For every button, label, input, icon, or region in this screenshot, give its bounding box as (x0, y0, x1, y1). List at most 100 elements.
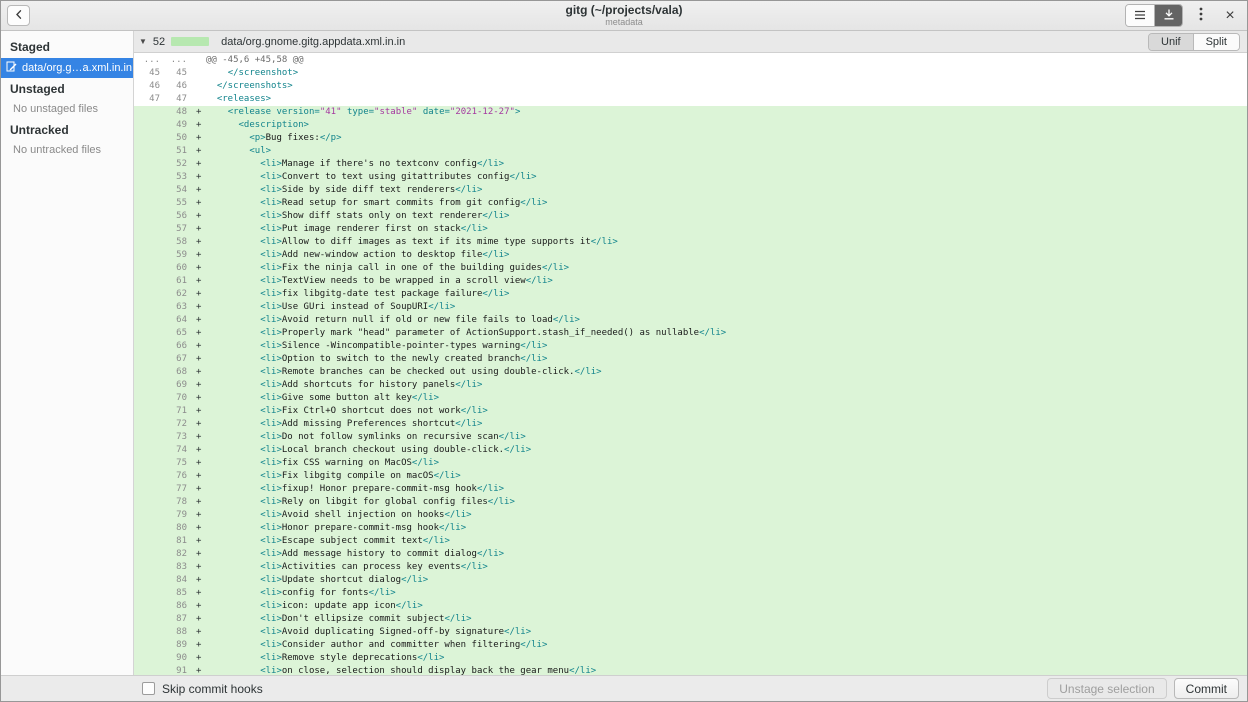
modified-file-icon (6, 61, 17, 75)
diff-line[interactable]: 87+ <li>Don't ellipsize commit subject</… (134, 613, 1247, 626)
diff-line[interactable]: 52+ <li>Manage if there's no textconv co… (134, 158, 1247, 171)
code-text: <li>Fix the ninja call in one of the bui… (206, 262, 1247, 275)
history-view-button[interactable] (1126, 5, 1154, 26)
diff-sign (192, 93, 206, 106)
code-text: <release version="41" type="stable" date… (206, 106, 1247, 119)
diff-line[interactable]: 76+ <li>Fix libgitg compile on macOS</li… (134, 470, 1247, 483)
diff-line[interactable]: 53+ <li>Convert to text using gitattribu… (134, 171, 1247, 184)
diff-line[interactable]: 91+ <li>on close, selection should displ… (134, 665, 1247, 675)
diff-line[interactable]: 4545 </screenshot> (134, 67, 1247, 80)
diff-line[interactable]: 84+ <li>Update shortcut dialog</li> (134, 574, 1247, 587)
new-line-number: 59 (166, 249, 192, 262)
diff-sign: + (192, 132, 206, 145)
code-text: <li>Honor prepare-commit-msg hook</li> (206, 522, 1247, 535)
diff-line[interactable]: 78+ <li>Rely on libgit for global config… (134, 496, 1247, 509)
diff-line[interactable]: 74+ <li>Local branch checkout using doub… (134, 444, 1247, 457)
menu-button[interactable] (1190, 5, 1212, 27)
diff-line[interactable]: 4747 <releases> (134, 93, 1247, 106)
diff-line[interactable]: 67+ <li>Option to switch to the newly cr… (134, 353, 1247, 366)
unified-view-button[interactable]: Unif (1149, 34, 1193, 50)
split-view-button[interactable]: Split (1193, 34, 1239, 50)
diff-sign: + (192, 119, 206, 132)
code-text: <li>Add missing Preferences shortcut</li… (206, 418, 1247, 431)
diff-line[interactable]: 79+ <li>Avoid shell injection on hooks</… (134, 509, 1247, 522)
checkbox-box[interactable] (142, 682, 155, 695)
new-line-number: 45 (166, 67, 192, 80)
old-line-number (134, 106, 166, 119)
diff-line[interactable]: 58+ <li>Allow to diff images as text if … (134, 236, 1247, 249)
diff-sign: + (192, 236, 206, 249)
diff-line[interactable]: 70+ <li>Give some button alt key</li> (134, 392, 1247, 405)
close-button[interactable]: × (1219, 5, 1241, 27)
back-button[interactable] (7, 5, 30, 26)
diff-line[interactable]: 50+ <p>Bug fixes:</p> (134, 132, 1247, 145)
skip-commit-hooks-checkbox[interactable]: Skip commit hooks (142, 682, 263, 696)
diff-line[interactable]: 66+ <li>Silence -Wincompatible-pointer-t… (134, 340, 1247, 353)
commit-button[interactable]: Commit (1174, 678, 1239, 699)
diff-line[interactable]: 88+ <li>Avoid duplicating Signed-off-by … (134, 626, 1247, 639)
code-text: <li>Use GUri instead of SoupURI</li> (206, 301, 1247, 314)
diff-line[interactable]: 86+ <li>icon: update app icon</li> (134, 600, 1247, 613)
diff-line[interactable]: 73+ <li>Do not follow symlinks on recurs… (134, 431, 1247, 444)
diff-line[interactable]: 68+ <li>Remote branches can be checked o… (134, 366, 1247, 379)
new-line-number: 57 (166, 223, 192, 236)
diff-sign: + (192, 535, 206, 548)
code-text: <li>Avoid duplicating Signed-off-by sign… (206, 626, 1247, 639)
diff-line[interactable]: ......@@ -45,6 +45,58 @@ (134, 54, 1247, 67)
old-line-number (134, 119, 166, 132)
diff-line[interactable]: 81+ <li>Escape subject commit text</li> (134, 535, 1247, 548)
diff-line[interactable]: 85+ <li>config for fonts</li> (134, 587, 1247, 600)
diff-line[interactable]: 63+ <li>Use GUri instead of SoupURI</li> (134, 301, 1247, 314)
diff-line[interactable]: 72+ <li>Add missing Preferences shortcut… (134, 418, 1247, 431)
diff-line[interactable]: 59+ <li>Add new-window action to desktop… (134, 249, 1247, 262)
diff-line[interactable]: 57+ <li>Put image renderer first on stac… (134, 223, 1247, 236)
old-line-number (134, 535, 166, 548)
diff-line[interactable]: 56+ <li>Show diff stats only on text ren… (134, 210, 1247, 223)
code-text: <li>Don't ellipsize commit subject</li> (206, 613, 1247, 626)
diff-line[interactable]: 71+ <li>Fix Ctrl+O shortcut does not wor… (134, 405, 1247, 418)
expander-triangle-icon[interactable]: ▼ (139, 37, 147, 46)
old-line-number (134, 366, 166, 379)
diff-line[interactable]: 75+ <li>fix CSS warning on MacOS</li> (134, 457, 1247, 470)
code-text: <li>Silence -Wincompatible-pointer-types… (206, 340, 1247, 353)
diff-line[interactable]: 60+ <li>Fix the ninja call in one of the… (134, 262, 1247, 275)
diff-line[interactable]: 61+ <li>TextView needs to be wrapped in … (134, 275, 1247, 288)
new-line-number: 51 (166, 145, 192, 158)
new-line-number: 80 (166, 522, 192, 535)
code-text: <li>Show diff stats only on text rendere… (206, 210, 1247, 223)
old-line-number (134, 470, 166, 483)
code-text: <li>Consider author and committer when f… (206, 639, 1247, 652)
new-line-number: 74 (166, 444, 192, 457)
diff-line[interactable]: 54+ <li>Side by side diff text renderers… (134, 184, 1247, 197)
diff-line[interactable]: 49+ <description> (134, 119, 1247, 132)
commit-arrow-icon (1163, 8, 1175, 23)
new-line-number: 88 (166, 626, 192, 639)
diff-line[interactable]: 65+ <li>Properly mark "head" parameter o… (134, 327, 1247, 340)
diff-line[interactable]: 90+ <li>Remove style deprecations</li> (134, 652, 1247, 665)
diff-line[interactable]: 4646 </screenshots> (134, 80, 1247, 93)
old-line-number: 45 (134, 67, 166, 80)
diff-line[interactable]: 82+ <li>Add message history to commit di… (134, 548, 1247, 561)
sidebar-item-staged-file[interactable]: data/org.g…a.xml.in.in (1, 58, 133, 78)
diff-line[interactable]: 89+ <li>Consider author and committer wh… (134, 639, 1247, 652)
code-text: <li>Add shortcuts for history panels</li… (206, 379, 1247, 392)
diff-line[interactable]: 51+ <ul> (134, 145, 1247, 158)
kebab-menu-icon (1199, 7, 1203, 24)
diff-line[interactable]: 64+ <li>Avoid return null if old or new … (134, 314, 1247, 327)
unstage-selection-button[interactable]: Unstage selection (1047, 678, 1166, 699)
new-line-number: 66 (166, 340, 192, 353)
diff-line[interactable]: 80+ <li>Honor prepare-commit-msg hook</l… (134, 522, 1247, 535)
code-text: <li>Allow to diff images as text if its … (206, 236, 1247, 249)
diff-sign: + (192, 158, 206, 171)
new-line-number: 85 (166, 587, 192, 600)
diff-line[interactable]: 69+ <li>Add shortcuts for history panels… (134, 379, 1247, 392)
new-line-number: 62 (166, 288, 192, 301)
diff-sign: + (192, 184, 206, 197)
diff-line[interactable]: 48+ <release version="41" type="stable" … (134, 106, 1247, 119)
commit-view-button[interactable] (1154, 5, 1182, 26)
code-text: <li>Local branch checkout using double-c… (206, 444, 1247, 457)
diff-line[interactable]: 77+ <li>fixup! Honor prepare-commit-msg … (134, 483, 1247, 496)
diff-line[interactable]: 62+ <li>fix libgitg-date test package fa… (134, 288, 1247, 301)
diff-line[interactable]: 55+ <li>Read setup for smart commits fro… (134, 197, 1247, 210)
diff-line[interactable]: 83+ <li>Activities can process key event… (134, 561, 1247, 574)
